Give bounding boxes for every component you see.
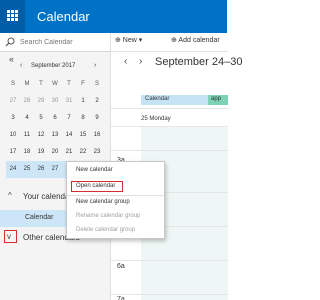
day-cell[interactable]: 17 (6, 147, 20, 158)
menu-item-rename-calendar-group: Rename calendar group (76, 213, 141, 219)
week-range-label: September 24–30 (155, 56, 243, 68)
date-navigation: ‹ › September 24–30 (111, 53, 242, 75)
day-cell[interactable]: 12 (34, 130, 48, 141)
new-button[interactable]: ⊕ New ▾ (115, 36, 142, 44)
prev-week-icon[interactable]: ‹ (124, 56, 127, 67)
day-cell[interactable]: 16 (90, 130, 104, 141)
search-input[interactable] (20, 35, 108, 50)
day-cell[interactable]: 23 (90, 147, 104, 158)
menu-item-delete-calendar-group: Delete calendar group (76, 227, 136, 233)
day-cell[interactable]: 20 (48, 147, 62, 158)
day-cell[interactable]: 7 (62, 113, 76, 124)
day-cell[interactable]: 13 (48, 130, 62, 141)
day-cell[interactable]: 14 (62, 130, 76, 141)
search-icon (5, 37, 15, 47)
app-title: Calendar (37, 9, 90, 24)
context-menu: New calendar Open calendar New calendar … (66, 161, 165, 239)
day-cell[interactable]: 3 (6, 113, 20, 124)
day-cell[interactable]: 11 (20, 130, 34, 141)
menu-divider (67, 195, 164, 196)
day-cell[interactable]: 27 (6, 96, 20, 107)
weekday-header: M (24, 81, 30, 87)
day-cell[interactable]: 15 (76, 130, 90, 141)
hour-label: 7a (117, 296, 125, 300)
weekday-header-row: S M T W T F S (6, 76, 104, 93)
menu-item-open-calendar[interactable]: Open calendar (76, 183, 115, 189)
app-launcher-icon[interactable] (0, 0, 25, 33)
weekday-header: S (94, 81, 99, 87)
day-cell[interactable]: 19 (34, 147, 48, 158)
gridline (111, 260, 228, 261)
gridline (111, 108, 228, 109)
add-calendar-button[interactable]: ⊕ Add calendar (171, 36, 220, 44)
week-row: 3 4 5 6 7 8 9 (6, 110, 104, 127)
day-cell[interactable]: 6 (48, 113, 62, 124)
day-cell[interactable]: 24 (6, 164, 20, 175)
gridline (111, 126, 228, 127)
calendar-item-label: Calendar (25, 214, 54, 221)
day-cell[interactable]: 4 (20, 113, 34, 124)
menu-item-new-calendar[interactable]: New calendar (76, 167, 113, 173)
weekday-header: T (67, 81, 71, 87)
gridline (111, 150, 228, 151)
event-label: Calendar (145, 96, 170, 102)
day-cell[interactable]: 1 (76, 96, 90, 107)
weekday-header: W (52, 81, 58, 87)
mini-calendar-nav: ‹ September 2017 › (0, 62, 110, 74)
hour-label: 6a (117, 263, 125, 270)
next-week-icon[interactable]: › (139, 56, 142, 67)
menu-item-new-calendar-group[interactable]: New calendar group (76, 199, 130, 205)
next-month-icon[interactable]: › (94, 62, 96, 69)
title-bar: Calendar (0, 0, 227, 33)
day-cell[interactable]: 21 (62, 147, 76, 158)
day-cell[interactable]: 5 (34, 113, 48, 124)
gridline (111, 294, 228, 295)
weekday-header: F (81, 81, 85, 87)
day-cell[interactable]: 29 (34, 96, 48, 107)
day-cell[interactable]: 2 (90, 96, 104, 107)
app-event[interactable]: app (208, 95, 228, 105)
chevron-up-icon[interactable]: ^ (8, 191, 12, 200)
event-label: app (211, 96, 222, 102)
day-header: 25 Monday (141, 116, 171, 122)
search-box[interactable] (0, 33, 110, 52)
prev-month-icon[interactable]: ‹ (20, 62, 22, 69)
day-cell[interactable]: 26 (34, 164, 48, 175)
day-cell[interactable]: 28 (20, 96, 34, 107)
day-cell[interactable]: 27 (48, 164, 62, 175)
day-cell[interactable]: 22 (76, 147, 90, 158)
day-cell[interactable]: 25 (20, 164, 34, 175)
chevron-down-icon[interactable]: v (7, 232, 11, 241)
day-cell[interactable]: 30 (48, 96, 62, 107)
week-row: 10 11 12 13 14 15 16 (6, 127, 104, 144)
outlook-calendar-window: Calendar « ‹ September 2017 › S M T W T … (0, 0, 242, 300)
week-row: 27 28 29 30 31 1 2 (6, 93, 104, 110)
day-cell[interactable]: 10 (6, 130, 20, 141)
toolbar: ⊕ New ▾ ⊕ Add calendar (111, 33, 228, 52)
day-cell[interactable]: 18 (20, 147, 34, 158)
weekday-header: T (39, 81, 43, 87)
day-cell[interactable]: 9 (90, 113, 104, 124)
day-cell[interactable]: 31 (62, 96, 76, 107)
weekday-header: S (10, 81, 15, 87)
day-cell[interactable]: 8 (76, 113, 90, 124)
week-row: 17 18 19 20 21 22 23 (6, 144, 104, 161)
month-label: September 2017 (31, 63, 76, 69)
